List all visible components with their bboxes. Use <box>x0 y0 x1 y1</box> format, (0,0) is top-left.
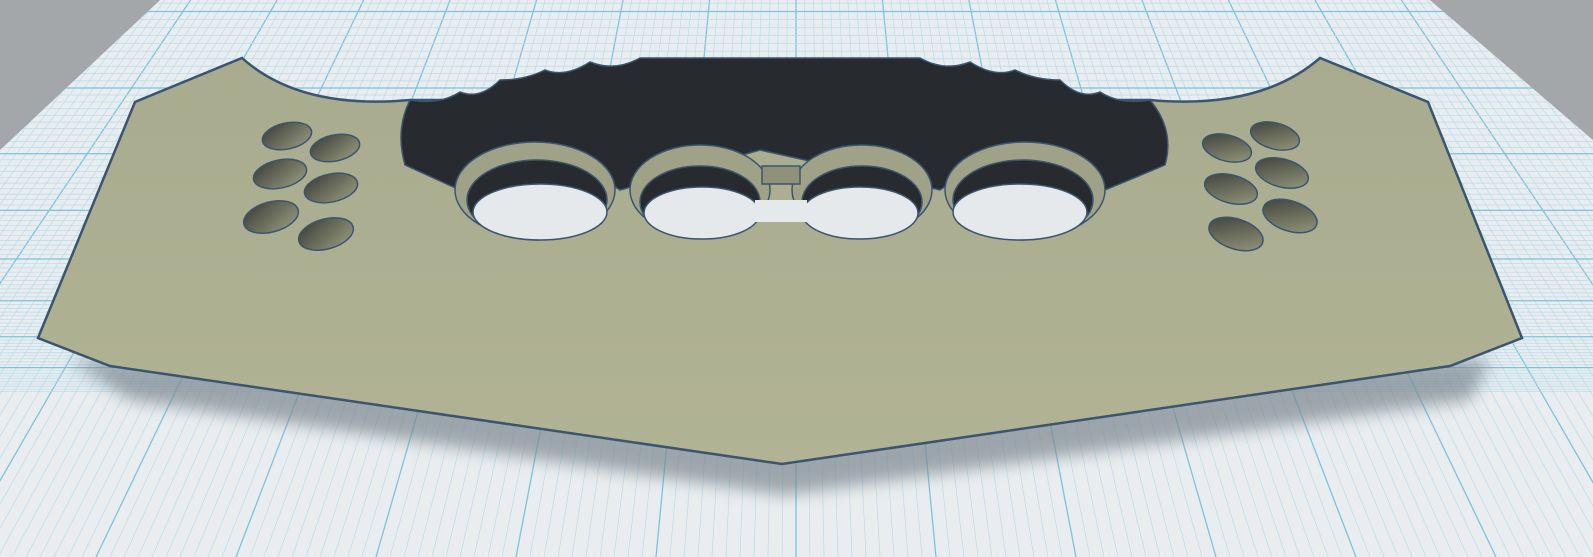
3d-viewport[interactable] <box>0 0 1593 557</box>
scene[interactable] <box>0 0 1593 557</box>
